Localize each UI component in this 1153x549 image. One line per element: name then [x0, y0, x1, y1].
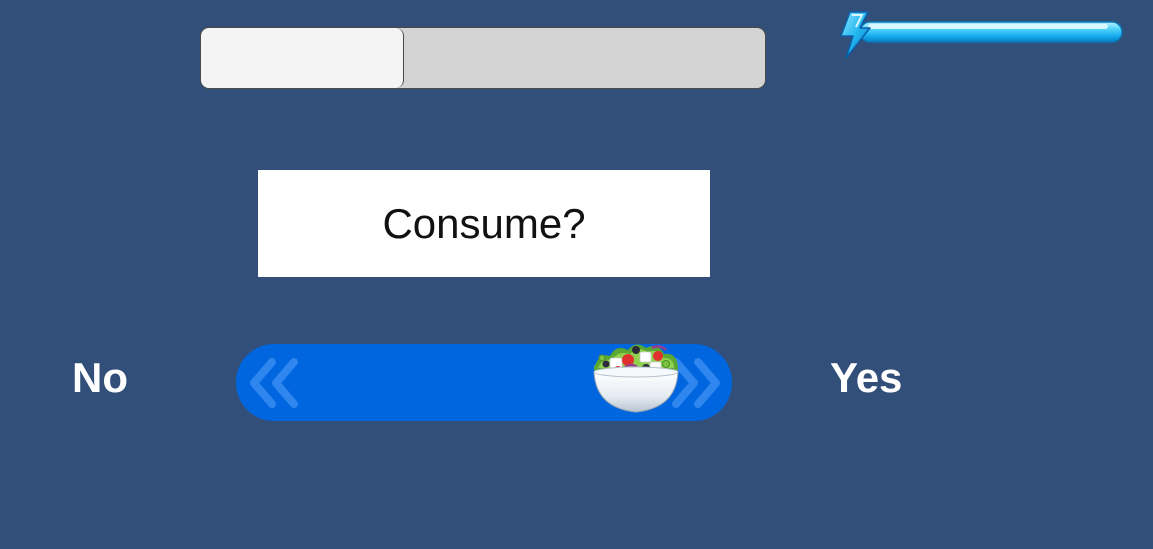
progress-bar	[200, 27, 766, 89]
prompt-text: Consume?	[382, 199, 586, 247]
swipe-slider-track[interactable]	[236, 344, 732, 421]
yes-button[interactable]: Yes	[830, 354, 902, 402]
chevrons-left-icon	[250, 358, 298, 408]
energy-meter	[838, 10, 1128, 60]
no-button[interactable]: No	[72, 354, 128, 402]
progress-fill	[201, 28, 405, 88]
consume-prompt-box: Consume?	[258, 170, 710, 277]
salad-bowl-icon[interactable]	[588, 338, 684, 418]
